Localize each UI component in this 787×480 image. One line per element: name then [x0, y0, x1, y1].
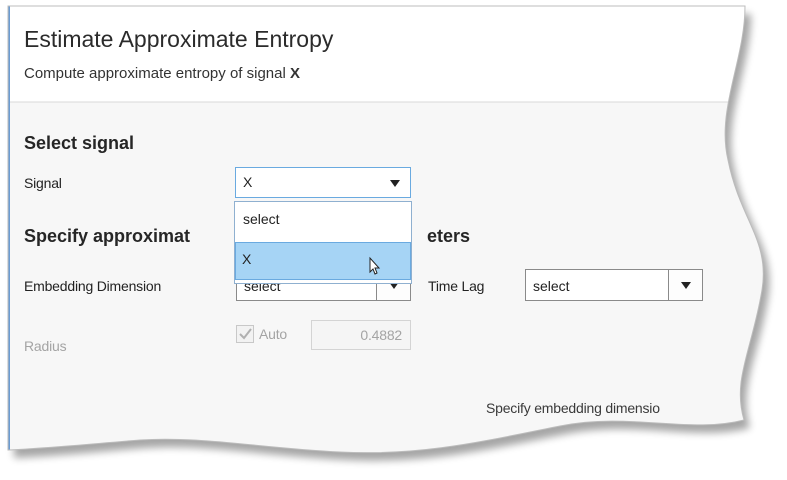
page-title: Estimate Approximate Entropy — [24, 26, 334, 52]
auto-label: Auto — [259, 326, 287, 342]
chevron-down-icon — [681, 282, 691, 289]
radius-label: Radius — [24, 338, 67, 354]
chevron-down-icon — [390, 180, 400, 187]
status-message: Specify embedding dimensio — [486, 400, 660, 416]
time-lag-dropdown-button[interactable] — [668, 270, 702, 300]
mouse-pointer-icon — [369, 256, 381, 275]
checkmark-icon — [239, 328, 252, 340]
time-lag-dropdown[interactable]: select — [525, 269, 703, 301]
params-heading-tail: eters — [427, 226, 471, 246]
subtitle-text: Compute approximate entropy of signal — [24, 65, 286, 82]
list-item[interactable]: select — [235, 211, 411, 227]
params-heading: Specify approximat — [24, 226, 191, 246]
auto-checkbox[interactable] — [236, 325, 254, 343]
subtitle-signal-name: X — [289, 65, 300, 82]
signal-dropdown[interactable]: X — [235, 167, 411, 198]
embedding-dimension-label: Embedding Dimension — [24, 278, 162, 294]
select-signal-heading: Select signal — [24, 133, 135, 153]
radius-value: 0.4882 — [360, 327, 402, 343]
time-lag-value: select — [533, 278, 570, 294]
signal-dropdown-value: X — [243, 174, 253, 190]
signal-label: Signal — [24, 175, 62, 191]
radius-field[interactable]: 0.4882 — [311, 320, 411, 350]
time-lag-label: Time Lag — [428, 278, 485, 294]
page-subtitle: Compute approximate entropy of signal X — [24, 65, 300, 82]
